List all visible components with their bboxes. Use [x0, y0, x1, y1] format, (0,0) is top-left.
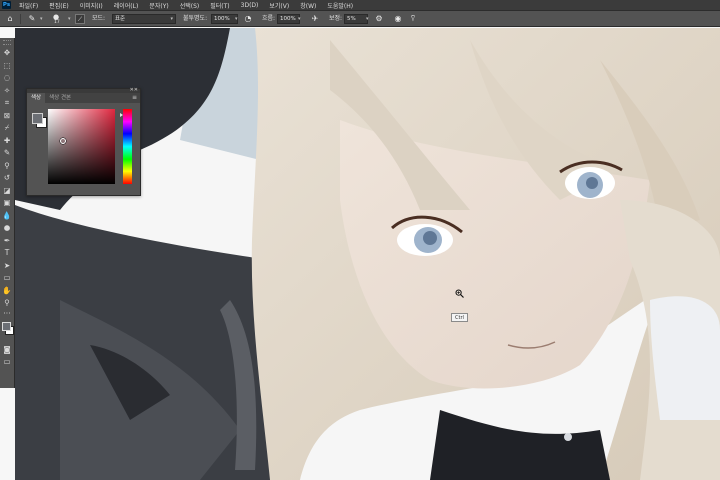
- smoothing-label: 보정:: [329, 15, 343, 22]
- lasso-tool-icon[interactable]: ◌: [0, 72, 14, 85]
- zoom-cursor-icon: [455, 289, 464, 298]
- chevron-down-icon[interactable]: ▾: [68, 14, 71, 24]
- menu-window[interactable]: 창(W): [300, 1, 316, 10]
- type-tool-icon[interactable]: T: [0, 247, 14, 260]
- move-tool-icon[interactable]: ✥: [0, 47, 14, 60]
- panel-menu-icon[interactable]: ≡: [132, 93, 140, 103]
- opacity-label: 불투명도:: [183, 15, 208, 22]
- path-selection-tool-icon[interactable]: ➤: [0, 260, 14, 273]
- panel-tabs: 색상 색상 견본 ≡: [27, 93, 140, 103]
- menu-edit[interactable]: 편집(E): [49, 1, 69, 10]
- eyedropper-tool-icon[interactable]: ⌿: [0, 122, 14, 135]
- close-icon[interactable]: ✕✕: [130, 87, 138, 93]
- menu-layer[interactable]: 레이어(L): [114, 1, 139, 10]
- smoothing-field[interactable]: 5%: [344, 14, 368, 24]
- dodge-tool-icon[interactable]: ●: [0, 222, 14, 235]
- color-picker-cursor[interactable]: [60, 138, 66, 144]
- photoshop-logo: Ps: [2, 1, 11, 9]
- menu-select[interactable]: 선택(S): [180, 1, 200, 10]
- screen-mode-icon[interactable]: ▭: [0, 356, 14, 369]
- mode-select[interactable]: 표준 ▾: [112, 14, 176, 24]
- chevron-down-icon[interactable]: ▾: [366, 14, 369, 24]
- quick-mask-icon[interactable]: ◙: [0, 344, 14, 357]
- marquee-tool-icon[interactable]: ⬚: [0, 60, 14, 73]
- brush-preset-picker[interactable]: ● 17: [50, 13, 66, 25]
- mode-value: 표준: [115, 16, 126, 22]
- history-brush-tool-icon[interactable]: ↺: [0, 172, 14, 185]
- foreground-color-swatch[interactable]: [2, 321, 11, 331]
- smoothing-options-icon[interactable]: ⚙: [374, 14, 384, 24]
- gradient-tool-icon[interactable]: ▣: [0, 197, 14, 210]
- eraser-tool-icon[interactable]: ◪: [0, 185, 14, 198]
- panel-header[interactable]: ✕✕: [27, 87, 140, 93]
- smoothing-value: 5%: [347, 16, 356, 22]
- menu-view[interactable]: 보기(V): [269, 1, 289, 10]
- brush-icon[interactable]: ✎: [27, 14, 37, 24]
- flow-value: 100%: [280, 16, 296, 22]
- menu-help[interactable]: 도움말(H): [327, 1, 353, 10]
- pressure-opacity-icon[interactable]: ◔: [243, 14, 253, 24]
- hand-tool-icon[interactable]: ✋: [0, 285, 14, 298]
- tooltip: Ctrl: [451, 313, 468, 322]
- menu-filter[interactable]: 필터(T): [210, 1, 229, 10]
- airbrush-icon[interactable]: ✈: [310, 14, 320, 24]
- opacity-field[interactable]: 100%: [211, 14, 238, 24]
- tool-list-lower: ◙ ▭: [0, 344, 14, 369]
- tool-list: ✥ ⬚ ◌ ✧ ⌗ ⊠ ⌿ ✚ ✎ ⚲ ↺ ◪ ▣ 💧 ● ✒ T ➤ ▭ ✋ ⚲: [0, 47, 14, 310]
- pen-tool-icon[interactable]: ✒: [0, 235, 14, 248]
- options-divider: [20, 14, 21, 24]
- chevron-down-icon: ▾: [170, 16, 173, 22]
- tab-color[interactable]: 색상: [27, 93, 46, 103]
- menu-image[interactable]: 이미지(I): [80, 1, 103, 10]
- tools-panel: ✥ ⬚ ◌ ✧ ⌗ ⊠ ⌿ ✚ ✎ ⚲ ↺ ◪ ▣ 💧 ● ✒ T ➤ ▭ ✋ ⚲ ··· ◙ ▭: [0, 38, 15, 388]
- opacity-value: 100%: [214, 16, 230, 22]
- brush-tool-icon[interactable]: ✎: [0, 147, 14, 160]
- chevron-down-icon[interactable]: ▾: [40, 14, 43, 24]
- color-swatches[interactable]: [0, 318, 14, 344]
- tab-swatches[interactable]: 색상 견본: [45, 93, 75, 103]
- hue-slider[interactable]: [123, 109, 132, 184]
- pressure-size-icon[interactable]: ◉: [393, 14, 403, 24]
- blur-tool-icon[interactable]: 💧: [0, 210, 14, 223]
- menu-type[interactable]: 문자(Y): [149, 1, 168, 10]
- foreground-color-swatch[interactable]: [32, 113, 43, 124]
- shape-tool-icon[interactable]: ▭: [0, 272, 14, 285]
- home-icon[interactable]: ⌂: [5, 14, 15, 24]
- brush-size-value: 17: [54, 20, 60, 25]
- crop-tool-icon[interactable]: ⌗: [0, 97, 14, 110]
- brush-settings-icon[interactable]: ⟋: [75, 14, 85, 24]
- zoom-tool-icon[interactable]: ⚲: [0, 297, 14, 310]
- chevron-down-icon[interactable]: ▾: [298, 14, 301, 24]
- healing-brush-tool-icon[interactable]: ✚: [0, 135, 14, 148]
- saturation-brightness-field[interactable]: [48, 109, 115, 184]
- mode-label: 모드:: [92, 15, 106, 22]
- more-tools-icon[interactable]: ···: [0, 309, 14, 318]
- options-bar: ⌂ ✎ ▾ ● 17 ▾ ⟋ 모드: 표준 ▾ 불투명도: 100% ▾ ◔ 흐…: [0, 10, 720, 27]
- panel-grip[interactable]: [3, 40, 11, 45]
- color-picker: [27, 103, 140, 195]
- menu-bar: Ps 파일(F) 편집(E) 이미지(I) 레이어(L) 문자(Y) 선택(S)…: [0, 0, 720, 10]
- flow-field[interactable]: 100%: [277, 14, 300, 24]
- flow-label: 흐름:: [262, 15, 276, 22]
- symmetry-icon[interactable]: ⍢: [408, 14, 418, 24]
- frame-tool-icon[interactable]: ⊠: [0, 110, 14, 123]
- clone-stamp-tool-icon[interactable]: ⚲: [0, 160, 14, 173]
- color-panel: ✕✕ 색상 색상 견본 ≡: [26, 87, 141, 196]
- magic-wand-tool-icon[interactable]: ✧: [0, 85, 14, 98]
- chevron-down-icon[interactable]: ▾: [235, 14, 238, 24]
- menu-file[interactable]: 파일(F): [19, 1, 38, 10]
- menu-3d[interactable]: 3D(D): [241, 2, 259, 9]
